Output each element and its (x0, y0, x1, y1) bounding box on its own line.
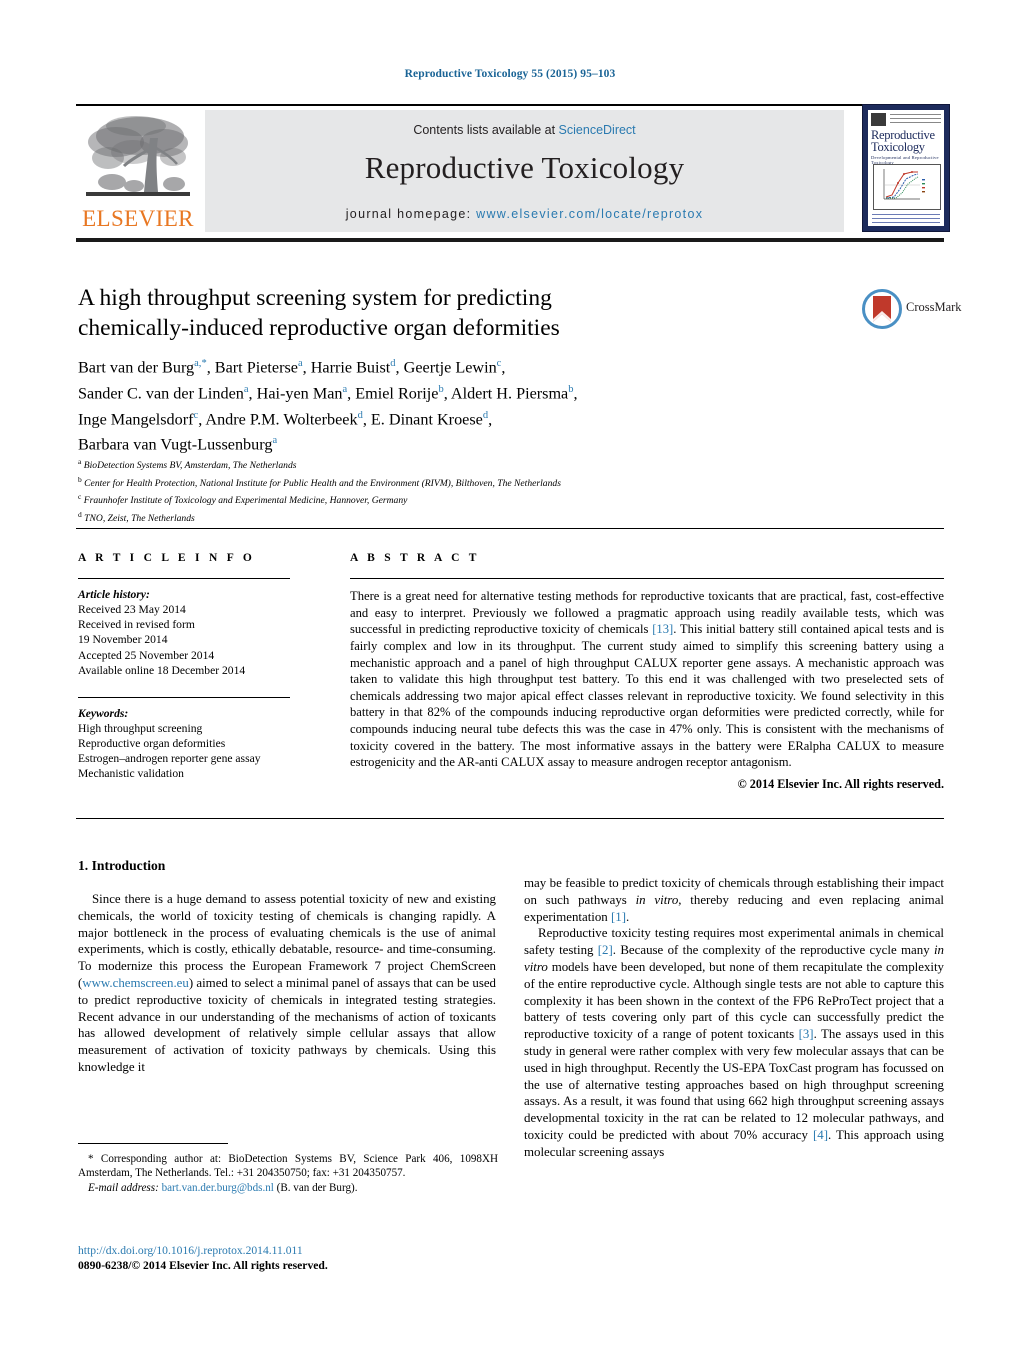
abstract-copyright: © 2014 Elsevier Inc. All rights reserved… (737, 776, 944, 791)
affiliation-text: BioDetection Systems BV, Amsterdam, The … (83, 460, 297, 472)
article-history-block: Article history: Received 23 May 2014 Re… (78, 587, 318, 678)
cover-chart-icon (874, 165, 938, 207)
cover-journal-title: Reproductive Toxicology (871, 129, 941, 154)
info-band-top-rule (76, 528, 944, 530)
contents-prefix: Contents lists available at (413, 123, 559, 137)
elsevier-tree-icon (86, 116, 190, 196)
masthead-box: Contents lists available at ScienceDirec… (205, 110, 844, 232)
affiliation-text: Center for Health Protection, National I… (84, 477, 561, 489)
keyword-item: Reproductive organ deformities (78, 737, 226, 751)
doi-block: http://dx.doi.org/10.1016/j.reprotox.201… (78, 1243, 508, 1274)
history-item: Received in revised form (78, 618, 195, 632)
elsevier-logo: ELSEVIER (78, 110, 198, 232)
page-title: A high throughput screening system for p… (78, 283, 758, 343)
history-item: Available online 18 December 2014 (78, 663, 246, 677)
article-info-column: A R T I C L E I N F O Article history: R… (78, 552, 318, 781)
keyword-item: Estrogen–androgen reporter gene assay (78, 752, 261, 766)
issn-copyright-line: 0890-6238/© 2014 Elsevier Inc. All right… (78, 1259, 328, 1273)
email-note: E-mail address: bart.van.der.burg@bds.nl… (88, 1181, 358, 1194)
affiliation-item: d TNO, Zeist, The Netherlands (78, 508, 798, 526)
affiliation-list: a BioDetection Systems BV, Amsterdam, Th… (78, 455, 798, 525)
cover-inner: Reproductive Toxicology Developmental an… (868, 110, 944, 226)
keywords-label: Keywords: (78, 706, 129, 720)
title-line-2: chemically-induced reproductive organ de… (78, 315, 560, 341)
footnote-rule (78, 1143, 228, 1144)
article-info-heading: A R T I C L E I N F O (78, 552, 256, 564)
affiliation-item: a BioDetection Systems BV, Amsterdam, Th… (78, 455, 798, 473)
abstract-rule (350, 578, 944, 580)
journal-homepage-line: journal homepage: www.elsevier.com/locat… (205, 207, 844, 221)
journal-title: Reproductive Toxicology (364, 150, 685, 185)
keyword-item: Mechanistic validation (78, 767, 184, 781)
corresponding-author-note: * Corresponding author at: BioDetection … (78, 1153, 498, 1180)
affiliation-item: b Center for Health Protection, National… (78, 473, 798, 491)
article-history-label: Article history: (78, 588, 150, 602)
affiliation-marker: d (78, 509, 82, 519)
footnote-block: * Corresponding author at: BioDetection … (78, 1152, 498, 1195)
article-info-rule (78, 578, 290, 580)
history-item: Received 23 May 2014 (78, 603, 186, 617)
cover-footer-rules (872, 214, 940, 226)
masthead-top-rule (76, 104, 944, 106)
affiliation-item: c Fraunhofer Institute of Toxicology and… (78, 490, 798, 508)
contents-lists-line: Contents lists available at ScienceDirec… (205, 123, 844, 137)
cover-figure-thumbnail (873, 164, 941, 210)
cover-top-rules (890, 114, 941, 126)
journal-cover-thumbnail: Reproductive Toxicology Developmental an… (862, 104, 950, 232)
journal-homepage-link[interactable]: www.elsevier.com/locate/reprotox (476, 207, 703, 221)
affiliation-marker: c (78, 492, 82, 502)
body-right-column: may be feasible to predict toxicity of c… (524, 875, 944, 1161)
keyword-item: High throughput screening (78, 722, 203, 736)
history-item: 19 November 2014 (78, 633, 168, 647)
body-paragraph: may be feasible to predict toxicity of c… (524, 876, 944, 924)
running-head: Reproductive Toxicology 55 (2015) 95–103 (404, 68, 616, 80)
elsevier-wordmark: ELSEVIER (82, 206, 194, 231)
sciencedirect-link[interactable]: ScienceDirect (559, 123, 636, 137)
cover-mini-logo-icon (871, 113, 886, 126)
title-line-1: A high throughput screening system for p… (78, 285, 552, 311)
abstract-heading: A B S T R A C T (350, 552, 480, 564)
crossmark-icon (862, 289, 902, 329)
body-paragraph: Reproductive toxicity testing requires m… (524, 926, 944, 1159)
abstract-column: A B S T R A C T There is a great need fo… (350, 552, 944, 792)
cover-title-line2: Toxicology (871, 140, 925, 154)
history-item: Accepted 25 November 2014 (78, 648, 215, 662)
doi-link[interactable]: http://dx.doi.org/10.1016/j.reprotox.201… (78, 1243, 508, 1258)
keywords-block: Keywords: High throughput screening Repr… (78, 706, 318, 781)
masthead-bottom-rule (76, 238, 944, 242)
author-list: Bart van der Burga,*, Bart Pietersea, Ha… (78, 358, 578, 454)
keywords-rule (78, 696, 290, 698)
body-left-column: 1. Introduction Since there is a huge de… (78, 858, 496, 1076)
affiliation-text: TNO, Zeist, The Netherlands (84, 512, 195, 524)
homepage-prefix: journal homepage: (345, 207, 477, 221)
crossmark-label: CrossMark (906, 300, 962, 314)
body-paragraph: Since there is a huge demand to assess p… (78, 892, 496, 1074)
affiliation-marker: b (78, 474, 82, 484)
paper-page: Reproductive Toxicology 55 (2015) 95–103 (0, 0, 1020, 1351)
crossmark-badge[interactable]: CrossMark (862, 289, 962, 329)
info-band-bottom-rule (76, 818, 944, 820)
abstract-body: There is a great need for alternative te… (350, 589, 944, 770)
affiliation-text: Fraunhofer Institute of Toxicology and E… (83, 495, 408, 507)
affiliation-marker: a (78, 457, 82, 466)
section-heading-introduction: 1. Introduction (78, 858, 166, 873)
